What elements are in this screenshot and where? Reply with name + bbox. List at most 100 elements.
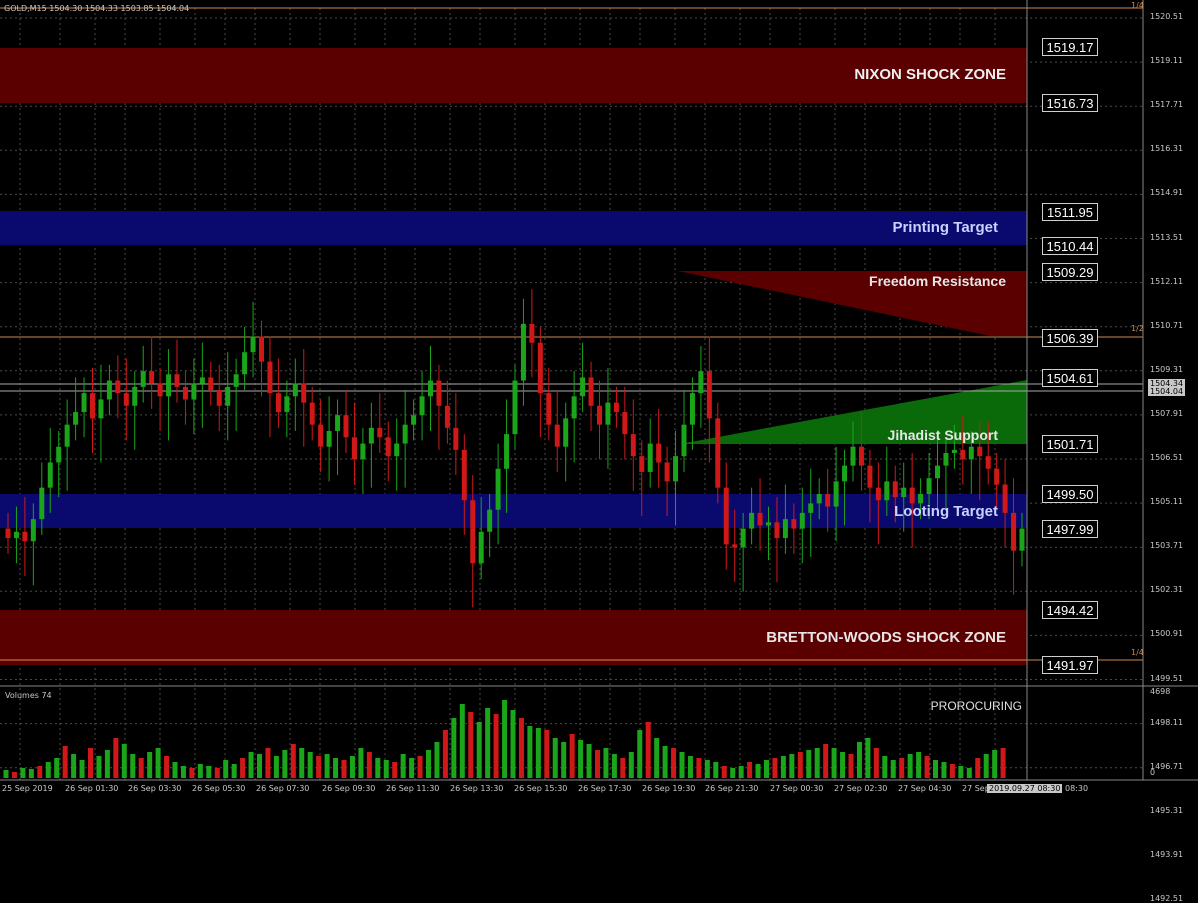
volume-bar	[502, 700, 508, 778]
time-tick-label: 26 Sep 07:30	[256, 784, 310, 793]
volume-bar	[214, 768, 220, 778]
bull-candle	[833, 481, 839, 507]
bear-candle	[267, 361, 273, 394]
bear-candle	[182, 386, 188, 400]
bull-candle	[191, 383, 197, 400]
bear-candle	[259, 336, 264, 362]
price-tick-label: 1512.11	[1150, 276, 1184, 286]
bear-candle	[723, 487, 729, 545]
volume-bar	[814, 748, 820, 778]
looting-target-label: Looting Target	[894, 503, 998, 520]
price-tick-label: 1492.51	[1150, 894, 1184, 903]
volume-axis-top: 4698	[1150, 687, 1171, 696]
price-tick-label: 1500.91	[1150, 629, 1184, 639]
volume-bar	[155, 748, 161, 778]
bear-candle	[309, 402, 315, 425]
bear-candle	[90, 393, 95, 419]
bull-candle	[571, 396, 577, 419]
price-tick-label: 1510.71	[1150, 320, 1184, 330]
volume-bar	[164, 756, 170, 778]
bear-candle	[1002, 484, 1008, 513]
volume-bar	[687, 756, 693, 778]
volume-bar	[265, 748, 271, 778]
bull-candle	[284, 396, 290, 413]
time-tick-label: 26 Sep 15:30	[514, 784, 568, 793]
volume-bar	[37, 766, 43, 778]
fib-label-top: 1/4	[1131, 1, 1144, 10]
bear-candle	[436, 380, 442, 406]
volume-bar	[899, 758, 905, 778]
level-label-1519: 1519.17	[1042, 38, 1098, 56]
time-tick-label: 25 Sep 2019	[2, 784, 53, 793]
time-tick-label: 26 Sep 19:30	[642, 784, 696, 793]
volume-bar	[45, 762, 51, 778]
volume-bar	[400, 754, 406, 778]
bull-candle	[901, 487, 907, 498]
price-tick-label: 1513.51	[1150, 232, 1184, 242]
volume-bar	[535, 728, 541, 778]
volume-bar	[426, 750, 431, 778]
volume-bar	[966, 768, 972, 778]
volume-axis-bottom: 0	[1150, 768, 1156, 777]
volume-bar	[510, 710, 516, 778]
volume-bar	[662, 746, 668, 778]
bear-candle	[757, 512, 763, 526]
price-tick-label: 1516.31	[1150, 144, 1184, 154]
volume-bar	[890, 760, 896, 778]
volume-bar	[383, 760, 389, 778]
volume-bar	[71, 754, 77, 778]
volume-bar	[121, 744, 127, 778]
bull-candle	[766, 522, 771, 526]
bear-candle	[275, 393, 281, 413]
bear-candle	[858, 446, 864, 466]
bull-candle	[580, 377, 586, 397]
volume-bar	[290, 744, 296, 778]
bear-candle	[529, 323, 535, 343]
volume-bar	[273, 756, 279, 778]
bull-candle	[292, 383, 298, 397]
volume-bar	[206, 766, 212, 778]
volume-bar	[20, 768, 26, 778]
volume-bar	[324, 754, 330, 778]
fib-label-middle: 1/2	[1131, 324, 1144, 333]
volume-bar	[949, 764, 955, 778]
volume-bar	[240, 758, 246, 778]
bear-candle	[22, 531, 28, 542]
bear-candle	[174, 374, 180, 387]
bear-candle	[588, 377, 594, 406]
time-tick-label: 27 Sep 00:30	[770, 784, 824, 793]
bull-candle	[360, 443, 366, 460]
bear-candle	[892, 481, 898, 498]
bull-candle	[428, 380, 433, 397]
bull-candle	[673, 456, 679, 482]
volume-bar	[223, 760, 229, 778]
volume-bar	[392, 762, 398, 778]
volume-bar	[586, 744, 592, 778]
bull-candle	[884, 481, 890, 501]
time-tick-label: 27 Sep 02:30	[834, 784, 888, 793]
time-tick-label: 26 Sep 11:30	[386, 784, 440, 793]
volume-bar	[747, 762, 753, 778]
volume-bar	[544, 730, 550, 778]
bear-candle	[664, 462, 670, 482]
bull-candle	[64, 424, 70, 447]
price-tick-label: 1499.51	[1150, 673, 1184, 683]
bull-candle	[233, 374, 239, 387]
volume-bar	[3, 770, 9, 778]
bear-candle	[537, 342, 543, 394]
bear-candle	[825, 493, 831, 507]
volume-bar	[130, 754, 136, 778]
price-chart[interactable]	[0, 0, 1198, 800]
bear-candle	[867, 465, 873, 488]
bear-candle	[444, 405, 450, 428]
bull-candle	[478, 531, 484, 564]
bull-candle	[504, 434, 510, 469]
bear-candle	[318, 424, 324, 447]
volume-bar	[772, 758, 778, 778]
volume-bar	[806, 750, 812, 778]
bear-candle	[639, 456, 645, 472]
volume-bar	[88, 748, 93, 778]
volume-bar	[671, 748, 677, 778]
level-label-1491: 1491.97	[1042, 656, 1098, 674]
bull-candle	[816, 493, 822, 504]
